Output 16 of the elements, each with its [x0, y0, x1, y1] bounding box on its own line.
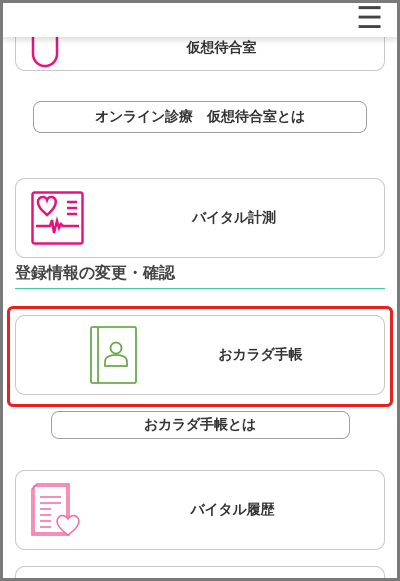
card-label: 仮想待合室 [185, 38, 258, 58]
card-label: バイタル計測 [190, 208, 277, 228]
heart-monitor-icon [31, 191, 84, 245]
menu-card[interactable]: バイタル計測 [15, 178, 385, 258]
menu-card[interactable]: おカラダ手帳 [15, 315, 385, 395]
capsule-icon [31, 37, 59, 68]
document-heart-icon [31, 483, 81, 537]
card-label: おカラダ手帳 [218, 346, 304, 364]
menu-card[interactable]: バイタル履歴 [15, 470, 385, 550]
address-book-icon [90, 326, 137, 384]
info-button[interactable]: オンライン診療 仮想待合室とは [33, 101, 367, 133]
menu-button[interactable]: ☰ [356, 8, 383, 30]
menu-card[interactable]: 仮想待合室 [15, 37, 385, 71]
info-button[interactable]: おカラダ手帳とは [50, 411, 350, 439]
section-heading: 登録情報の変更・確認 [15, 262, 385, 289]
card-label: バイタル履歴 [189, 500, 276, 520]
